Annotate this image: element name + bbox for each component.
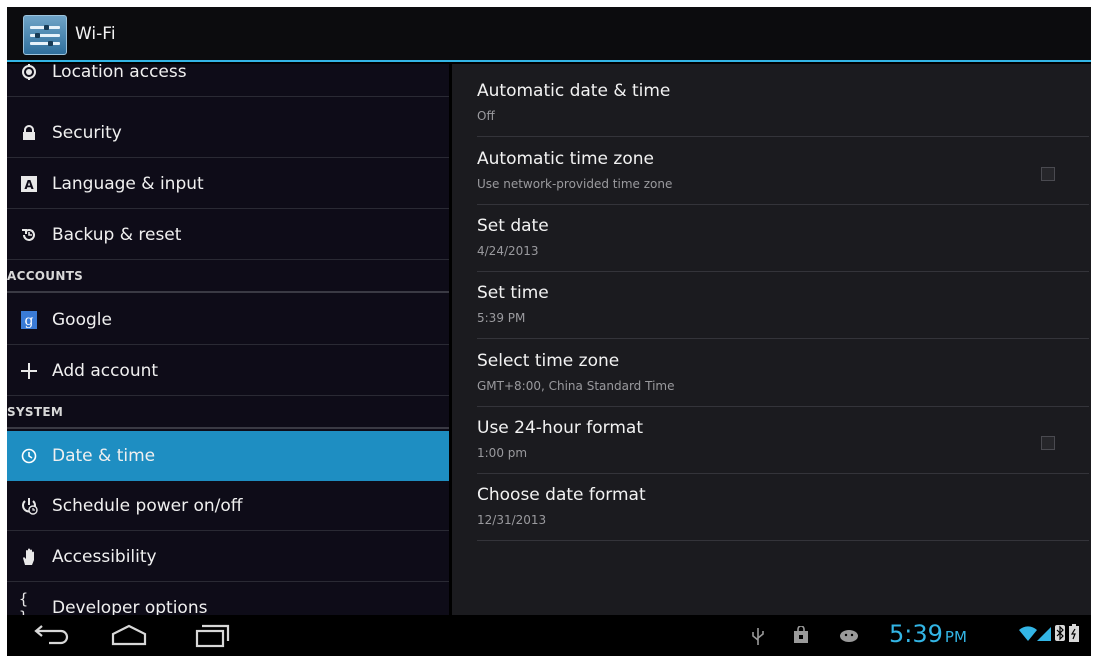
action-bar-title: Wi-Fi bbox=[75, 24, 116, 44]
sidebar-item-backup-reset[interactable]: Backup & reset bbox=[7, 210, 449, 260]
section-header-accounts: ACCOUNTS bbox=[7, 261, 449, 293]
date-time-settings-pane: Automatic date & time Off Automatic time… bbox=[452, 64, 1091, 615]
clock-icon bbox=[19, 446, 39, 466]
svg-text:A: A bbox=[24, 178, 34, 192]
setting-title: Choose date format bbox=[477, 485, 646, 505]
sidebar-item-date-time[interactable]: Date & time bbox=[7, 431, 449, 481]
sidebar-item-schedule-power[interactable]: Schedule power on/off bbox=[7, 481, 449, 531]
settings-sidebar: Location access Security A Language & in… bbox=[7, 64, 449, 615]
settings-app-icon[interactable] bbox=[23, 15, 67, 55]
hand-icon bbox=[19, 547, 39, 567]
sidebar-item-label: Schedule power on/off bbox=[52, 496, 243, 516]
use-24-hour-format-checkbox[interactable] bbox=[1041, 436, 1055, 450]
setting-summary: 12/31/2013 bbox=[477, 513, 547, 527]
sidebar-item-google[interactable]: g Google bbox=[7, 295, 449, 345]
lock-icon bbox=[19, 123, 39, 143]
sidebar-item-label: Security bbox=[52, 123, 122, 143]
section-header-system: SYSTEM bbox=[7, 397, 449, 429]
android-icon bbox=[839, 626, 859, 648]
google-icon: g bbox=[19, 310, 39, 330]
back-icon[interactable] bbox=[31, 622, 71, 654]
bluetooth-icon bbox=[1055, 624, 1065, 646]
svg-text:g: g bbox=[25, 313, 34, 329]
setting-set-time[interactable]: Set time 5:39 PM bbox=[477, 271, 1089, 339]
home-icon[interactable] bbox=[109, 622, 149, 654]
setting-use-24-hour-format[interactable]: Use 24-hour format 1:00 pm bbox=[477, 406, 1089, 474]
recent-apps-icon[interactable] bbox=[191, 622, 231, 654]
sidebar-item-label: Language & input bbox=[52, 174, 204, 194]
sidebar-item-label: Date & time bbox=[52, 446, 156, 466]
sidebar-item-security[interactable]: Security bbox=[7, 108, 449, 158]
plus-icon bbox=[19, 361, 39, 381]
device-screen: Wi-Fi Location access Security A Languag… bbox=[7, 7, 1091, 656]
setting-summary: GMT+8:00, China Standard Time bbox=[477, 379, 675, 393]
sidebar-item-label: Backup & reset bbox=[52, 225, 182, 245]
setting-automatic-date-time[interactable]: Automatic date & time Off bbox=[477, 69, 1089, 137]
setting-set-date[interactable]: Set date 4/24/2013 bbox=[477, 204, 1089, 272]
setting-title: Select time zone bbox=[477, 351, 620, 371]
sidebar-item-developer-options[interactable]: { } Developer options bbox=[7, 583, 449, 615]
system-navigation-bar: 5:39 PM bbox=[7, 615, 1091, 656]
sidebar-item-add-account[interactable]: Add account bbox=[7, 346, 449, 396]
setting-summary: 4/24/2013 bbox=[477, 244, 539, 258]
wifi-icon bbox=[1019, 624, 1037, 646]
restore-icon bbox=[19, 225, 39, 245]
setting-select-time-zone[interactable]: Select time zone GMT+8:00, China Standar… bbox=[477, 339, 1089, 407]
sidebar-item-location-access[interactable]: Location access bbox=[7, 64, 449, 97]
usb-icon bbox=[751, 626, 765, 650]
location-icon bbox=[19, 64, 39, 82]
sidebar-item-label: Add account bbox=[52, 361, 159, 381]
braces-icon: { } bbox=[19, 590, 29, 615]
setting-title: Automatic date & time bbox=[477, 81, 671, 101]
sidebar-item-label: Google bbox=[52, 310, 112, 330]
section-header-label: SYSTEM bbox=[7, 405, 64, 419]
setting-choose-date-format[interactable]: Choose date format 12/31/2013 bbox=[477, 473, 1089, 541]
setting-title: Set time bbox=[477, 283, 549, 303]
status-clock: 5:39 PM bbox=[889, 620, 967, 648]
battery-icon bbox=[1069, 624, 1079, 646]
clock-time: 5:39 bbox=[889, 620, 943, 648]
sidebar-item-label: Developer options bbox=[52, 598, 208, 615]
section-header-label: ACCOUNTS bbox=[7, 269, 84, 283]
setting-title: Set date bbox=[477, 216, 549, 236]
bag-icon bbox=[793, 625, 809, 648]
setting-summary: Off bbox=[477, 109, 495, 123]
clock-ampm: PM bbox=[944, 628, 967, 646]
sidebar-item-label: Location access bbox=[52, 64, 187, 82]
signal-icon bbox=[1037, 624, 1051, 646]
action-bar: Wi-Fi bbox=[7, 7, 1091, 62]
automatic-time-zone-checkbox[interactable] bbox=[1041, 167, 1055, 181]
setting-summary: 5:39 PM bbox=[477, 311, 526, 325]
setting-title: Automatic time zone bbox=[477, 149, 654, 169]
sidebar-item-accessibility[interactable]: Accessibility bbox=[7, 532, 449, 582]
setting-automatic-time-zone[interactable]: Automatic time zone Use network-provided… bbox=[477, 137, 1089, 205]
sidebar-item-language-input[interactable]: A Language & input bbox=[7, 159, 449, 209]
keyboard-a-icon: A bbox=[19, 174, 39, 194]
setting-summary: 1:00 pm bbox=[477, 446, 528, 460]
power-schedule-icon bbox=[19, 496, 39, 516]
sidebar-item-label: Accessibility bbox=[52, 547, 157, 567]
setting-title: Use 24-hour format bbox=[477, 418, 643, 438]
setting-summary: Use network-provided time zone bbox=[477, 177, 673, 191]
